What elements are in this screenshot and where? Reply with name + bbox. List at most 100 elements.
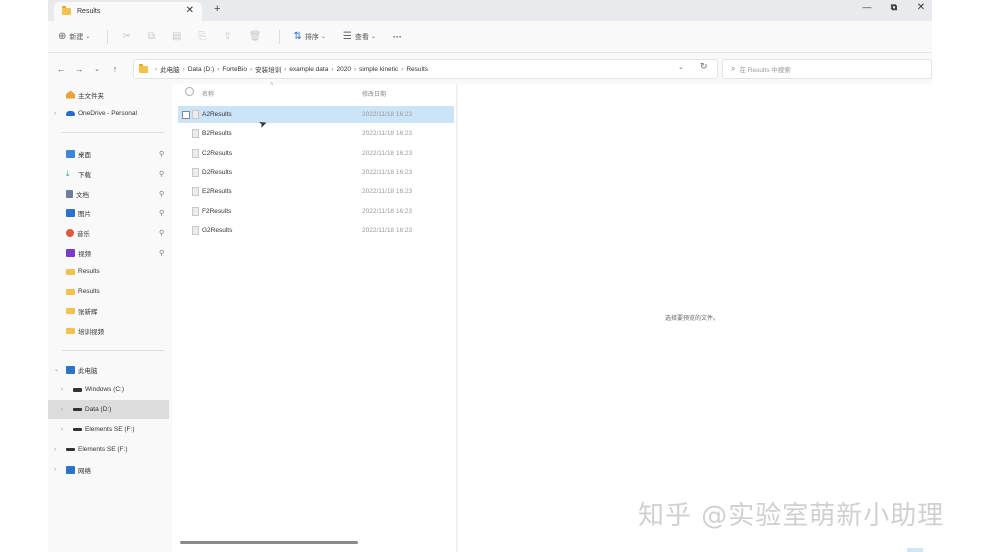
forward-icon[interactable]: → (70, 64, 88, 74)
rename-button[interactable]: ⎘ (198, 31, 209, 42)
pin-icon[interactable]: ⚲ (159, 229, 164, 237)
file-name: E2Results (202, 188, 232, 195)
column-header-name[interactable]: 名称 (202, 89, 214, 98)
sidebar-item-documents[interactable]: 文档 ⚲ (48, 184, 169, 203)
sidebar-item-pictures[interactable]: 图片 ⚲ (48, 203, 169, 222)
sidebar-item-label: 网络 (78, 467, 91, 475)
breadcrumb-item[interactable]: example data (289, 66, 328, 73)
chevron-right-icon: › (54, 446, 56, 453)
sidebar-item-videos[interactable]: 视频 ⚲ (48, 243, 169, 262)
window-close-icon[interactable]: ✕ (910, 2, 932, 13)
view-button[interactable]: ☰ 查看 ⌄ (343, 31, 379, 42)
music-icon (66, 228, 74, 237)
breadcrumb-item[interactable]: 此电脑 (160, 64, 180, 74)
file-row[interactable]: C2Results 2022/11/18 16:23 (178, 145, 454, 162)
share-button[interactable]: ⇪ (223, 31, 234, 42)
trash-icon: 🗑 (248, 31, 262, 42)
more-icon: ··· (392, 31, 402, 42)
maximize-icon[interactable]: ⧉ (883, 2, 905, 13)
sidebar-item-label: 主文件夹 (78, 92, 104, 100)
new-button[interactable]: ⊕ 新建 ⌄ (58, 31, 93, 42)
sidebar-item-elements-f[interactable]: › Elements SE (F:) (48, 440, 169, 459)
sidebar-item-network[interactable]: › 网络 (48, 460, 169, 479)
up-icon[interactable]: ↑ (106, 64, 124, 74)
sidebar-item-results-2[interactable]: Results (48, 282, 169, 301)
minimize-icon[interactable]: — (856, 2, 878, 12)
sidebar-item-data-d[interactable]: › Data (D:) (48, 400, 169, 419)
breadcrumb-item[interactable]: simple kinetic (359, 66, 398, 73)
desktop-icon (66, 149, 75, 158)
breadcrumb-item[interactable]: 安装培训 (255, 64, 281, 74)
pin-icon[interactable]: ⚲ (159, 150, 164, 158)
chevron-down-icon: ⌄ (370, 34, 376, 40)
file-name: C2Results (202, 150, 232, 157)
sidebar-item-label: 下载 (78, 171, 91, 179)
file-date: 2022/11/18 16:23 (362, 188, 413, 195)
sidebar-item-windows-c[interactable]: › Windows (C:) (48, 380, 169, 399)
file-name: D2Results (202, 169, 232, 176)
file-icon (192, 187, 199, 196)
search-placeholder: 在 Results 中搜索 (739, 67, 791, 74)
sidebar-item-label: Results (78, 288, 100, 295)
file-icon (192, 110, 199, 119)
column-header-date[interactable]: 修改日期 (362, 89, 386, 98)
sidebar-item-home[interactable]: 主文件夹 (48, 85, 169, 104)
sidebar-item-label: 文档 (76, 191, 89, 199)
folder-icon (62, 6, 71, 15)
download-icon: ⤓ (66, 168, 70, 178)
sidebar-item-onedrive[interactable]: › OneDrive - Personal (48, 104, 169, 123)
file-row[interactable]: B2Results 2022/11/18 16:23 (178, 125, 454, 142)
file-explorer-window: Results ✕ + — ⧉ ✕ ⊕ 新建 ⌄ ✂ ⧉ ▤ ⎘ ⇪ 🗑 ⇅ 排… (48, 0, 932, 552)
copy-icon: ⧉ (147, 31, 155, 42)
sidebar-item-music[interactable]: 音乐 ⚲ (48, 223, 169, 242)
sidebar-item-downloads[interactable]: ⤓ 下载 ⚲ (48, 164, 169, 183)
divider (278, 29, 280, 44)
breadcrumb-item[interactable]: ForteBio (222, 66, 247, 73)
horizontal-scrollbar[interactable] (180, 541, 358, 544)
tab-results[interactable]: Results ✕ (54, 2, 202, 21)
sidebar-item-desktop[interactable]: 桌面 ⚲ (48, 144, 169, 163)
sidebar-item-training-videos[interactable]: 培训视频 (48, 321, 169, 340)
chevron-right-icon: › (61, 406, 63, 413)
paste-button[interactable]: ▤ (172, 31, 184, 42)
sidebar-item-this-pc[interactable]: ⌄ 此电脑 (48, 360, 169, 379)
pin-icon[interactable]: ⚲ (159, 249, 164, 257)
sidebar-item-label: Results (78, 268, 100, 275)
breadcrumb-item[interactable]: 2020 (337, 66, 351, 73)
file-row[interactable]: A2Results 2022/11/18 16:23 (178, 106, 454, 123)
search-input[interactable]: ⌕ 在 Results 中搜索 (722, 59, 932, 79)
sort-indicator-icon: ˄ (270, 82, 274, 88)
sidebar-item-results-1[interactable]: Results (48, 262, 169, 281)
sidebar-item-elements-f-child[interactable]: › Elements SE (F:) (48, 420, 169, 439)
tab-close-icon[interactable]: ✕ (186, 5, 194, 16)
refresh-icon[interactable]: ↻ (700, 61, 708, 72)
breadcrumb-separator: › (155, 65, 158, 73)
sort-button[interactable]: ⇅ 排序 ⌄ (294, 31, 329, 42)
file-row[interactable]: F2Results 2022/11/18 16:23 (178, 203, 454, 220)
select-all-checkbox[interactable] (185, 87, 194, 96)
chevron-right-icon: › (61, 386, 63, 393)
more-button[interactable]: ··· (393, 32, 402, 42)
pin-icon[interactable]: ⚲ (159, 209, 164, 217)
cut-button[interactable]: ✂ (122, 31, 133, 42)
new-tab-icon[interactable]: + (214, 3, 220, 15)
copy-button[interactable]: ⧉ (148, 31, 158, 42)
file-row[interactable]: E2Results 2022/11/18 16:23 (178, 183, 454, 200)
rename-icon: ⎘ (198, 31, 207, 42)
sidebar-item-zhangxinhui[interactable]: 张新辉 (48, 301, 169, 320)
recent-chevron-icon[interactable]: ⌄ (88, 65, 106, 73)
address-bar[interactable]: › 此电脑 › Data (D:) › ForteBio › 安装培训 › ex… (133, 59, 718, 79)
sidebar-item-label: 音乐 (77, 230, 90, 238)
file-row[interactable]: D2Results 2022/11/18 16:23 (178, 164, 454, 181)
address-history-chevron-icon[interactable]: ⌄ (678, 63, 684, 71)
row-checkbox[interactable] (182, 110, 190, 119)
breadcrumb-item[interactable]: Results (406, 66, 428, 73)
file-row[interactable]: G2Results 2022/11/18 16:23 (178, 222, 454, 239)
back-icon[interactable]: ← (52, 64, 70, 74)
pin-icon[interactable]: ⚲ (159, 170, 164, 178)
paste-icon: ▤ (171, 31, 182, 42)
delete-button[interactable]: 🗑 (249, 31, 265, 42)
breadcrumb-item[interactable]: Data (D:) (188, 66, 214, 73)
sidebar-item-label: OneDrive - Personal (78, 110, 137, 117)
pin-icon[interactable]: ⚲ (159, 190, 164, 198)
